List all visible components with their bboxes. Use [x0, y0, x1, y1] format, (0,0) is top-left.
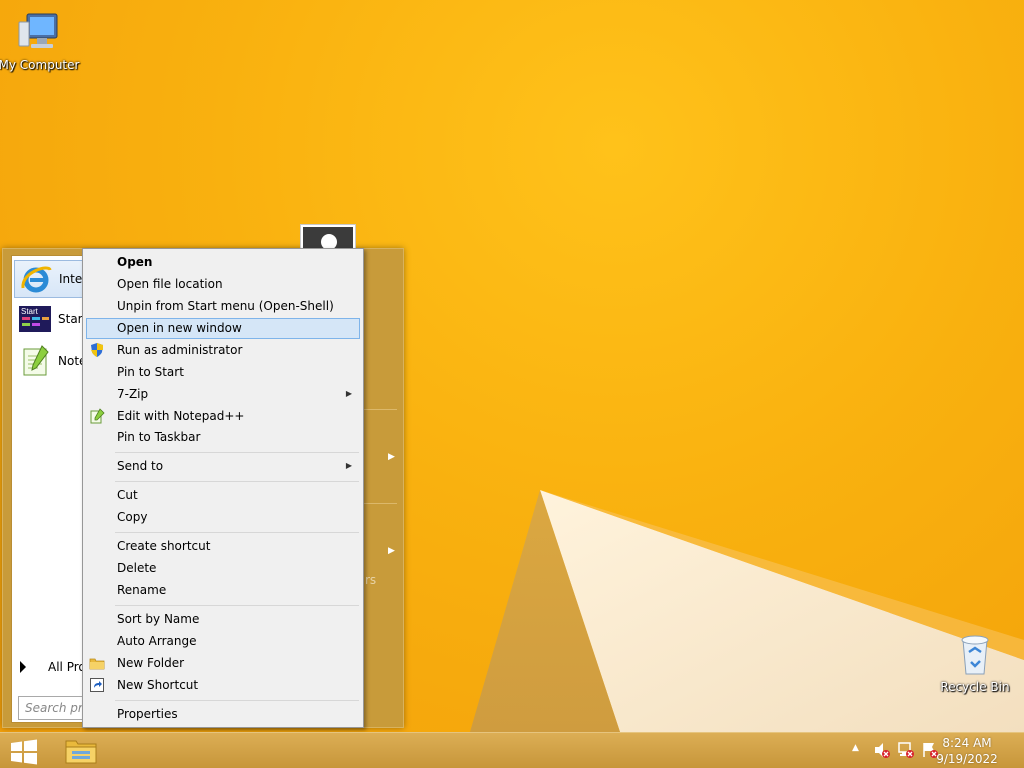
all-programs-button[interactable]: All Pro [20, 660, 86, 674]
menu-item-label: Open file location [117, 277, 223, 291]
start-screen-icon: Start [19, 306, 51, 332]
menu-separator [115, 481, 359, 482]
menu-item-label: New Folder [117, 656, 185, 670]
windows-logo-icon [11, 739, 37, 765]
menu-item-label: Copy [117, 510, 148, 524]
recycle-bin-icon [961, 635, 989, 675]
file-explorer-icon [65, 740, 97, 764]
menu-separator [115, 700, 359, 701]
menu-item-7zip[interactable]: 7-Zip ▶ [86, 384, 360, 405]
menu-item-label: Auto Arrange [117, 634, 197, 648]
menu-item-sort-by-name[interactable]: Sort by Name [86, 609, 360, 630]
speaker-muted-icon[interactable] [873, 741, 891, 759]
right-column-partial-label[interactable]: rs [365, 573, 376, 587]
menu-item-open-in-new-window[interactable]: Open in new window [86, 318, 360, 339]
menu-item-label: Unpin from Start menu (Open-Shell) [117, 299, 334, 313]
menu-item-label: 7-Zip [117, 387, 149, 401]
menu-item-label: Open [117, 255, 153, 269]
menu-item-pin-to-start[interactable]: Pin to Start [86, 362, 360, 383]
expand-arrow-icon [20, 661, 26, 673]
all-programs-label: All Pro [48, 660, 86, 674]
menu-item-cut[interactable]: Cut [86, 485, 360, 506]
menu-item-label: Cut [117, 488, 138, 502]
clock-date: 9/19/2022 [936, 752, 998, 766]
menu-item-unpin-from-start-menu[interactable]: Unpin from Start menu (Open-Shell) [86, 296, 360, 317]
file-explorer-taskbar-button[interactable] [62, 735, 100, 767]
menu-item-label: Rename [117, 583, 167, 597]
submenu-arrow-icon: ▶ [345, 389, 352, 398]
submenu-arrow-icon[interactable]: ▶ [388, 452, 395, 462]
menu-item-open[interactable]: Open [86, 252, 360, 273]
menu-item-open-file-location[interactable]: Open file location [86, 274, 360, 295]
context-menu: Open Open file location Unpin from Start… [82, 248, 364, 728]
menu-item-pin-to-taskbar[interactable]: Pin to Taskbar [86, 427, 360, 448]
menu-item-label: Open in new window [117, 321, 242, 335]
menu-item-create-shortcut[interactable]: Create shortcut [86, 536, 360, 557]
start-icon-text: Start [21, 307, 39, 316]
taskbar: ▲ 8:24 AM 9/19/2022 [0, 732, 1024, 768]
menu-item-label: Pin to Start [117, 365, 184, 379]
menu-separator [115, 452, 359, 453]
internet-explorer-icon [21, 266, 52, 293]
menu-item-new-shortcut[interactable]: New Shortcut [86, 675, 360, 696]
menu-item-delete[interactable]: Delete [86, 558, 360, 579]
recycle-bin-desktop-icon[interactable]: Recycle Bin [933, 630, 1017, 694]
menu-item-run-as-administrator[interactable]: Run as administrator [86, 340, 360, 361]
menu-item-label: Delete [117, 561, 157, 575]
submenu-arrow-icon[interactable]: ▶ [388, 546, 395, 556]
network-error-icon[interactable] [897, 741, 915, 759]
menu-item-properties[interactable]: Properties [86, 704, 360, 725]
menu-item-edit-with-notepad[interactable]: Edit with Notepad++ [86, 406, 360, 427]
menu-item-label: Edit with Notepad++ [117, 409, 245, 423]
menu-item-send-to[interactable]: Send to ▶ [86, 456, 360, 477]
menu-item-new-folder[interactable]: New Folder [86, 653, 360, 674]
menu-item-label: Sort by Name [117, 612, 200, 626]
menu-item-auto-arrange[interactable]: Auto Arrange [86, 631, 360, 652]
menu-item-label: Properties [117, 707, 178, 721]
menu-item-rename[interactable]: Rename [86, 580, 360, 601]
shortcut-icon [90, 678, 104, 692]
menu-item-label: Run as administrator [117, 343, 243, 357]
menu-item-label: Create shortcut [117, 539, 211, 553]
recycle-bin-label: Recycle Bin [940, 680, 1010, 694]
menu-separator [115, 605, 359, 606]
menu-item-label: New Shortcut [117, 678, 199, 692]
submenu-arrow-icon: ▶ [345, 461, 352, 470]
menu-separator [115, 532, 359, 533]
notepad-plus-plus-icon [23, 345, 49, 376]
clock-time: 8:24 AM [942, 736, 992, 750]
my-computer-label: My Computer [0, 58, 80, 72]
menu-item-label: Pin to Taskbar [117, 430, 201, 444]
menu-item-copy[interactable]: Copy [86, 507, 360, 528]
folder-icon [89, 658, 105, 670]
start-button[interactable] [8, 738, 40, 766]
computer-icon [18, 13, 58, 48]
uac-shield-icon [91, 343, 103, 357]
show-hidden-icons-button[interactable]: ▲ [852, 743, 859, 753]
my-computer-desktop-icon[interactable]: My Computer [0, 8, 81, 72]
taskbar-clock[interactable]: 8:24 AM 9/19/2022 [932, 735, 1002, 767]
menu-item-label: Send to [117, 459, 164, 473]
notepad-plus-plus-icon [90, 408, 105, 424]
